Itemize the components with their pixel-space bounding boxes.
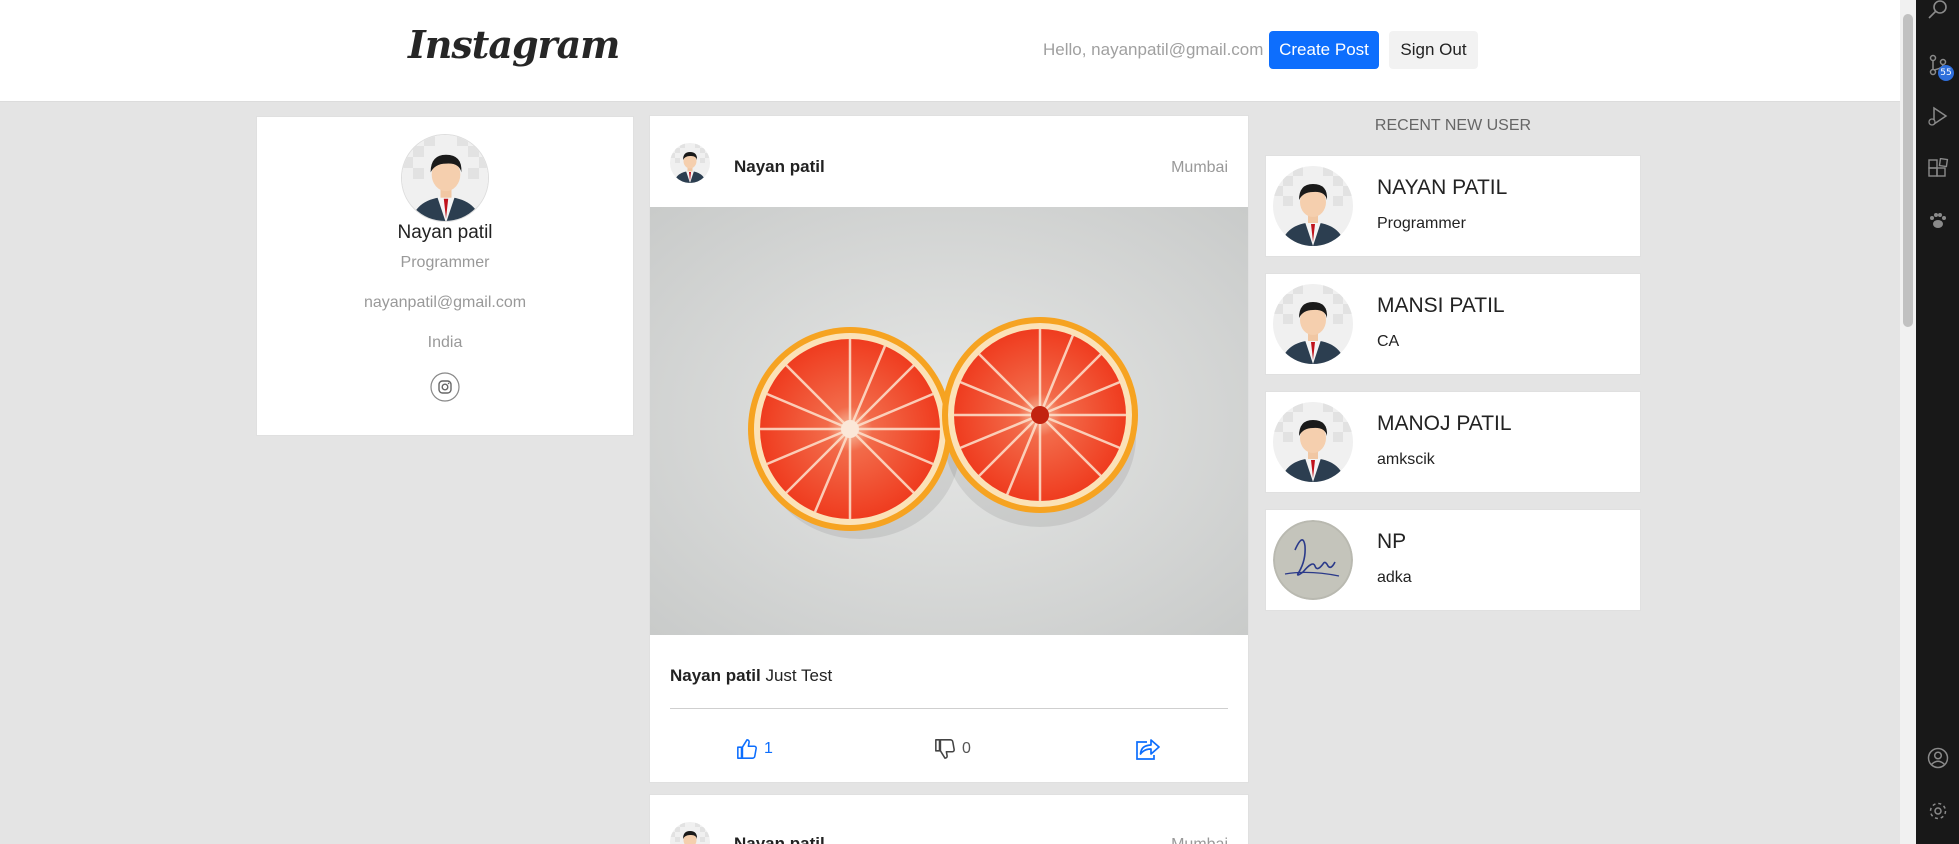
thumbs-up-icon — [737, 739, 757, 759]
user-avatar-signature — [1273, 520, 1353, 600]
caption-author[interactable]: Nayan patil — [670, 666, 761, 685]
create-post-button[interactable]: Create Post — [1269, 31, 1379, 69]
recent-users-title: RECENT NEW USER — [1374, 117, 1532, 134]
run-debug-icon[interactable] — [1927, 105, 1949, 127]
sign-out-button[interactable]: Sign Out — [1389, 31, 1478, 69]
extensions-icon[interactable] — [1927, 158, 1949, 180]
post-caption: Nayan patil Just Test — [670, 666, 832, 686]
profile-country: India — [427, 334, 463, 351]
user-card[interactable]: MANSI PATIL CA — [1265, 273, 1641, 375]
profile-role: Programmer — [400, 254, 490, 271]
user-name: NP — [1377, 530, 1407, 553]
user-avatar — [1273, 166, 1353, 246]
profile-email: nayanpatil@gmail.com — [363, 294, 527, 311]
like-count: 1 — [764, 740, 773, 757]
share-button[interactable] — [1134, 734, 1160, 764]
instagram-icon[interactable] — [430, 372, 460, 402]
scrollbar-thumb[interactable] — [1903, 14, 1913, 327]
source-control-badge: 55 — [1938, 65, 1954, 81]
search-icon[interactable] — [1927, 0, 1949, 22]
user-avatar — [1273, 402, 1353, 482]
like-button[interactable]: 1 — [736, 734, 773, 764]
activity-bar: 55 — [1916, 0, 1959, 844]
page-scrollbar[interactable] — [1900, 0, 1916, 844]
caption-text: Just Test — [765, 666, 833, 685]
user-card[interactable]: NP adka — [1265, 509, 1641, 611]
post-author-avatar[interactable] — [670, 822, 710, 844]
user-role: CA — [1377, 333, 1400, 350]
greeting-text: Hello, nayanpatil@gmail.com — [1043, 40, 1264, 59]
user-name: NAYAN PATIL — [1377, 176, 1508, 199]
profile-avatar — [401, 134, 489, 222]
user-role: amkscik — [1377, 451, 1435, 468]
account-icon[interactable] — [1927, 747, 1949, 769]
user-name: MANSI PATIL — [1377, 294, 1505, 317]
post-card: Nayan patil Mumbai — [649, 115, 1249, 783]
post-author-name[interactable]: Nayan patil — [734, 834, 825, 844]
post-image — [650, 207, 1248, 635]
profile-card: Nayan patil Programmer nayanpatil@gmail.… — [256, 116, 634, 436]
user-avatar — [1273, 284, 1353, 364]
profile-name: Nayan patil — [397, 222, 493, 243]
post-card: Nayan patil Mumbai — [649, 794, 1249, 844]
user-card[interactable]: NAYAN PATIL Programmer — [1265, 155, 1641, 257]
user-role: adka — [1377, 569, 1412, 586]
thumbs-down-icon — [935, 739, 955, 759]
post-author-name[interactable]: Nayan patil — [734, 157, 825, 177]
post-author-avatar[interactable] — [670, 143, 710, 183]
user-role: Programmer — [1377, 215, 1466, 232]
paw-icon[interactable] — [1927, 210, 1949, 232]
post-location: Mumbai — [1171, 159, 1228, 176]
dislike-button[interactable]: 0 — [934, 734, 971, 764]
user-card[interactable]: MANOJ PATIL amkscik — [1265, 391, 1641, 493]
instagram-logo[interactable]: Instagram — [408, 22, 620, 67]
top-navbar: Instagram Hello, nayanpatil@gmail.com Cr… — [0, 0, 1900, 102]
user-name: MANOJ PATIL — [1377, 412, 1512, 435]
settings-icon[interactable] — [1927, 800, 1949, 822]
post-divider — [670, 708, 1228, 709]
dislike-count: 0 — [962, 740, 971, 757]
post-location: Mumbai — [1171, 836, 1228, 844]
share-icon — [1136, 739, 1160, 760]
